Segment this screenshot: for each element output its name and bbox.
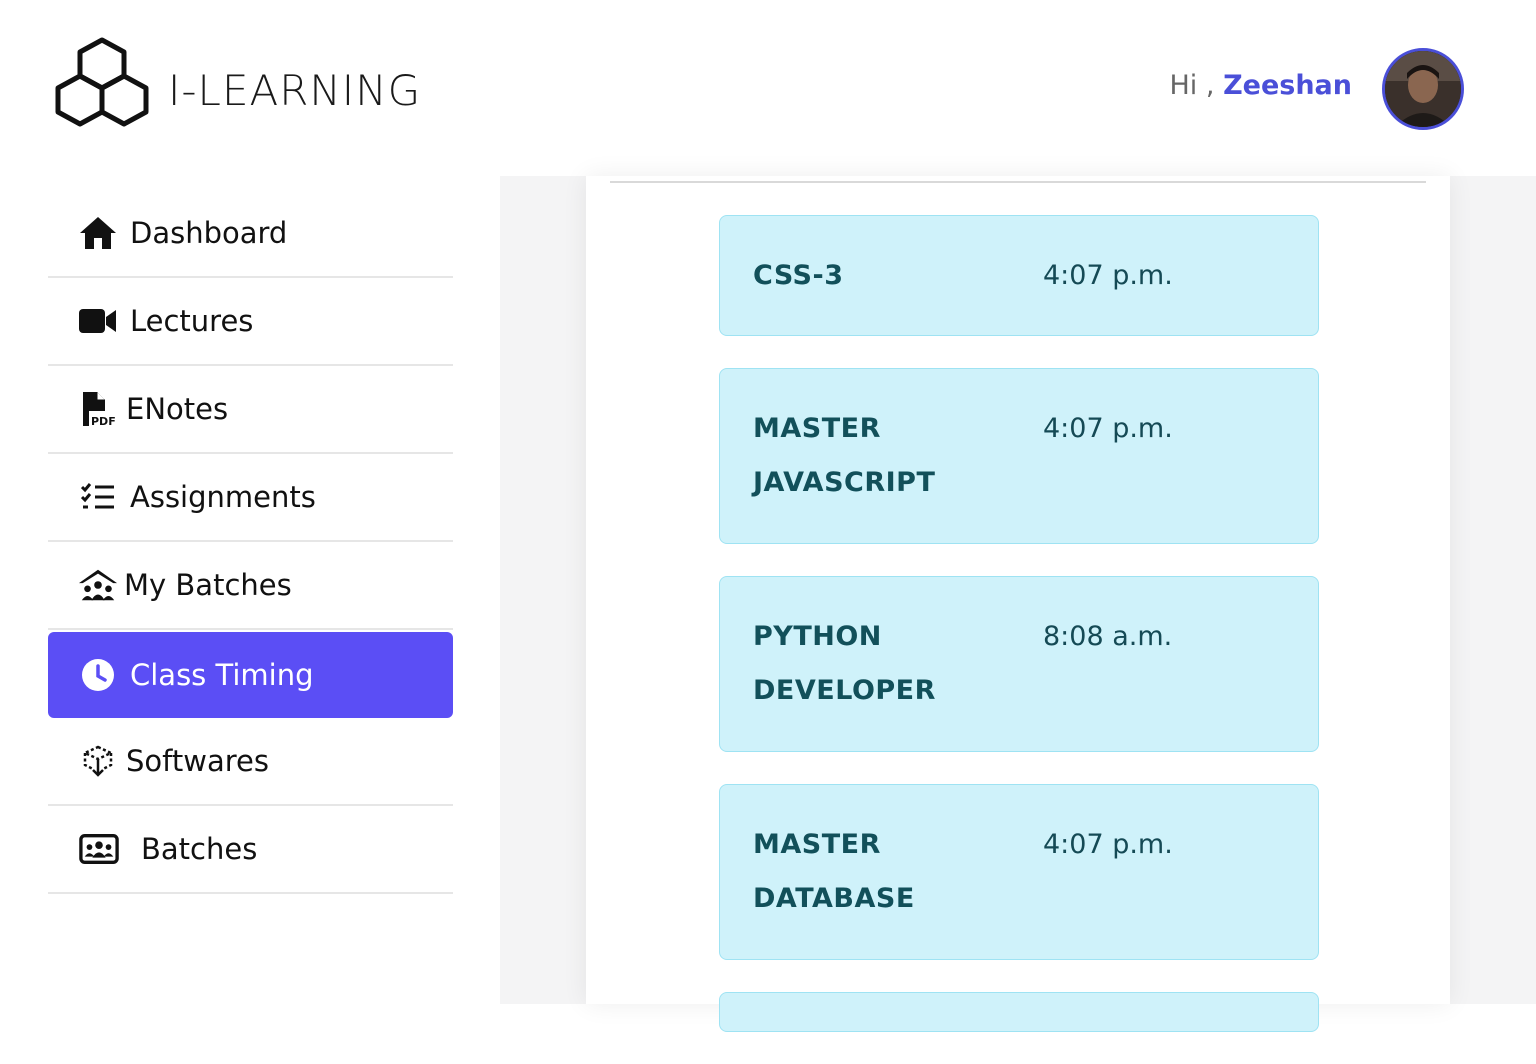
avatar[interactable] bbox=[1382, 48, 1464, 130]
hexagon-logo-icon bbox=[55, 37, 149, 127]
sidebar-item-label: Batches bbox=[141, 832, 258, 866]
class-time: 4:07 p.m. bbox=[1043, 413, 1173, 444]
greeting-text: Hi , bbox=[1169, 70, 1215, 101]
sidebar: I-LEARNING Dashboard Lectures PDF ENotes… bbox=[0, 0, 500, 1004]
class-card[interactable]: CSS-3 4:07 p.m. bbox=[719, 215, 1319, 336]
sidebar-item-assignments[interactable]: Assignments bbox=[48, 454, 453, 542]
sidebar-item-dashboard[interactable]: Dashboard bbox=[48, 190, 453, 278]
sidebar-nav: Dashboard Lectures PDF ENotes Assignment… bbox=[48, 190, 453, 894]
sidebar-item-my-batches[interactable]: My Batches bbox=[48, 542, 453, 630]
logo[interactable]: I-LEARNING bbox=[50, 36, 470, 136]
logo-text: I-LEARNING bbox=[168, 66, 422, 115]
class-course-name: CSS-3 bbox=[753, 260, 844, 291]
svg-text:PDF: PDF bbox=[91, 415, 115, 427]
class-list: CSS-3 4:07 p.m. MASTER JAVASCRIPT 4:07 p… bbox=[719, 215, 1319, 1064]
sidebar-item-enotes[interactable]: PDF ENotes bbox=[48, 366, 453, 454]
class-course-name: MASTER DATABASE bbox=[753, 829, 915, 914]
people-card-icon bbox=[79, 829, 119, 869]
class-card[interactable]: PYTHON DEVELOPER 8:08 a.m. bbox=[719, 576, 1319, 752]
clock-icon bbox=[78, 655, 118, 695]
user-greeting: Hi , Zeeshan bbox=[1169, 70, 1352, 101]
sidebar-item-label: Softwares bbox=[126, 744, 269, 778]
sidebar-item-label: My Batches bbox=[124, 568, 292, 602]
sidebar-item-label: Class Timing bbox=[130, 658, 314, 692]
class-time: 4:07 p.m. bbox=[1043, 829, 1173, 860]
sidebar-item-label: Assignments bbox=[130, 480, 316, 514]
sidebar-item-batches[interactable]: Batches bbox=[48, 806, 453, 894]
sidebar-item-label: ENotes bbox=[126, 392, 229, 426]
home-icon bbox=[78, 213, 118, 253]
class-card[interactable]: MASTER JAVASCRIPT 4:07 p.m. bbox=[719, 368, 1319, 544]
sidebar-item-softwares[interactable]: Softwares bbox=[48, 718, 453, 806]
class-course-name: PYTHON DEVELOPER bbox=[753, 621, 936, 706]
class-course-name: MASTER JAVASCRIPT bbox=[753, 413, 936, 498]
checklist-icon bbox=[78, 477, 118, 517]
video-icon bbox=[78, 301, 118, 341]
class-time: 4:07 p.m. bbox=[1043, 260, 1173, 291]
panel-divider bbox=[610, 181, 1426, 183]
sidebar-item-class-timing[interactable]: Class Timing bbox=[48, 632, 453, 718]
sidebar-item-label: Dashboard bbox=[130, 216, 288, 250]
group-house-icon bbox=[78, 565, 118, 605]
cube-download-icon bbox=[78, 741, 118, 781]
class-card[interactable]: MASTER DATABASE 4:07 p.m. bbox=[719, 784, 1319, 960]
sidebar-item-label: Lectures bbox=[130, 304, 254, 338]
pdf-file-icon: PDF bbox=[78, 389, 118, 429]
top-header: Hi , Zeeshan bbox=[500, 0, 1536, 176]
class-card[interactable] bbox=[719, 992, 1319, 1032]
sidebar-item-lectures[interactable]: Lectures bbox=[48, 278, 453, 366]
class-time: 8:08 a.m. bbox=[1043, 621, 1173, 652]
user-name[interactable]: Zeeshan bbox=[1223, 70, 1352, 101]
